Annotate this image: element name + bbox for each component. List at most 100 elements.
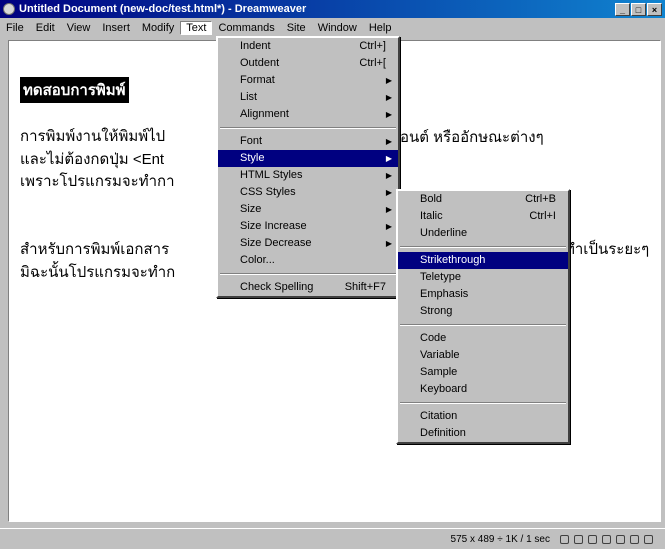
menu-item-label: Underline xyxy=(420,227,468,239)
text-menu-item-html-styles[interactable]: HTML Styles ▶ xyxy=(218,167,398,184)
window-title: Untitled Document (new-doc/test.html*) -… xyxy=(19,3,307,15)
library-icon[interactable] xyxy=(574,534,583,544)
document-line[interactable]: สำหรับการพิมพ์เอกสาร xyxy=(20,237,169,261)
document-line[interactable]: เพราะโปรแกรมจะทำกา xyxy=(20,169,175,193)
menu-item-label: Check Spelling xyxy=(240,281,314,293)
text-menu-item-color[interactable]: Color... xyxy=(218,252,398,269)
menu-view[interactable]: View xyxy=(61,22,97,34)
menu-item-label: Code xyxy=(420,332,447,344)
menu-item-label: Color... xyxy=(240,254,275,266)
submenu-arrow-icon: ▶ xyxy=(385,239,392,248)
menu-item-label: Italic xyxy=(420,210,443,222)
style-menu-item-emphasis[interactable]: Emphasis xyxy=(398,286,568,303)
menu-item-label: Strong xyxy=(420,305,453,317)
submenu-arrow-icon: ▶ xyxy=(385,93,392,102)
menu-separator xyxy=(400,246,566,248)
menu-item-label: Size xyxy=(240,203,262,215)
style-menu-item-bold[interactable]: Bold Ctrl+B xyxy=(398,191,568,208)
submenu-arrow-icon: ▶ xyxy=(385,110,392,119)
text-menu-item-style[interactable]: Style ▶ xyxy=(218,150,398,167)
style-menu-item-italic[interactable]: Italic Ctrl+I xyxy=(398,208,568,225)
menu-item-label: Size Increase xyxy=(240,220,307,232)
text-menu-item-check-spelling[interactable]: Check Spelling Shift+F7 xyxy=(218,279,398,296)
menu-item-shortcut: Ctrl+] xyxy=(359,40,386,52)
submenu-arrow-icon: ▶ xyxy=(385,154,392,163)
submenu-arrow-icon: ▶ xyxy=(385,171,392,180)
document-line[interactable]: การพิมพ์งานให้พิมพ์ไป xyxy=(20,124,165,148)
text-menu: Indent Ctrl+] Outdent Ctrl+[Format ▶ List ▶ Ali… xyxy=(216,36,400,298)
menu-item-label: Strikethrough xyxy=(420,254,486,266)
minimize-button[interactable]: _ xyxy=(615,2,630,16)
menu-edit[interactable]: Edit xyxy=(30,22,61,34)
menu-item-label: Size Decrease xyxy=(240,237,312,249)
style-menu-item-citation[interactable]: Citation xyxy=(398,408,568,425)
text-menu-item-list[interactable]: List ▶ xyxy=(218,89,398,106)
menu-site[interactable]: Site xyxy=(281,22,312,34)
menu-item-label: Style xyxy=(240,152,265,164)
menu-item-label: Definition xyxy=(420,427,466,439)
document-line-tail[interactable]: ทำเป็นระยะๆ xyxy=(565,237,649,261)
text-menu-item-format[interactable]: Format ▶ xyxy=(218,72,398,89)
menu-separator xyxy=(220,273,396,275)
submenu-arrow-icon: ▶ xyxy=(385,222,392,231)
menu-insert[interactable]: Insert xyxy=(96,22,136,34)
style-menu-item-strikethrough[interactable]: Strikethrough xyxy=(398,252,568,269)
text-menu-item-font[interactable]: Font ▶ xyxy=(218,133,398,150)
text-menu-item-size-decrease[interactable]: Size Decrease ▶ xyxy=(218,235,398,252)
style-menu-item-keyboard[interactable]: Keyboard xyxy=(398,381,568,398)
html-source-icon[interactable] xyxy=(644,534,653,544)
menu-item-label: Emphasis xyxy=(420,288,469,300)
text-menu-item-outdent[interactable]: Outdent Ctrl+[ xyxy=(218,55,398,72)
document-line[interactable]: มิฉะนั้นโปรแกรมจะทำก xyxy=(20,260,175,284)
menu-separator xyxy=(400,324,566,326)
menu-window[interactable]: Window xyxy=(312,22,363,34)
close-button[interactable]: × xyxy=(647,2,662,16)
style-menu-item-teletype[interactable]: Teletype xyxy=(398,269,568,286)
site-window-icon[interactable] xyxy=(560,534,569,544)
timeline-icon[interactable] xyxy=(630,534,639,544)
menu-separator xyxy=(400,402,566,404)
style-menu-item-code[interactable]: Code xyxy=(398,330,568,347)
style-menu-item-underline[interactable]: Underline xyxy=(398,225,568,242)
text-menu-item-alignment[interactable]: Alignment ▶ xyxy=(218,106,398,123)
menu-item-label: Keyboard xyxy=(420,383,468,395)
menu-item-label: HTML Styles xyxy=(240,169,303,181)
menu-item-shortcut: Ctrl+[ xyxy=(359,57,386,69)
menu-bar: File Edit View Insert Modify Text Comman… xyxy=(0,19,665,36)
text-menu-item-size-increase[interactable]: Size Increase ▶ xyxy=(218,218,398,235)
css-styles-icon[interactable] xyxy=(602,534,611,544)
menu-help[interactable]: Help xyxy=(363,22,398,34)
menu-text[interactable]: Text xyxy=(180,20,213,35)
maximize-button[interactable]: □ xyxy=(631,2,646,16)
menu-item-label: Sample xyxy=(420,366,458,378)
document-heading[interactable]: ทดสอบการพิมพ์ xyxy=(20,77,129,103)
style-menu-item-strong[interactable]: Strong xyxy=(398,303,568,320)
menu-item-label: Variable xyxy=(420,349,460,361)
menu-file[interactable]: File xyxy=(0,22,30,34)
menu-item-label: Teletype xyxy=(420,271,461,283)
menu-item-shortcut: Ctrl+B xyxy=(525,193,556,205)
style-submenu: Bold Ctrl+B Italic Ctrl+I Underline Strikethr… xyxy=(396,189,570,444)
html-styles-icon[interactable] xyxy=(588,534,597,544)
document-line[interactable]: และไม่ต้องกดปุ่ม <Ent xyxy=(20,147,164,171)
menu-commands[interactable]: Commands xyxy=(212,22,280,34)
menu-item-label: Alignment xyxy=(240,108,289,120)
app-icon xyxy=(3,3,15,15)
menu-item-label: CSS Styles xyxy=(240,186,296,198)
style-menu-item-variable[interactable]: Variable xyxy=(398,347,568,364)
text-menu-item-size[interactable]: Size ▶ xyxy=(218,201,398,218)
style-menu-item-definition[interactable]: Definition xyxy=(398,425,568,442)
menu-item-shortcut: Ctrl+I xyxy=(529,210,556,222)
document-line-tail[interactable]: อนต์ หรืออักษณะต่างๆ xyxy=(400,125,544,149)
menu-item-shortcut: Shift+F7 xyxy=(344,281,386,293)
menu-item-label: Font xyxy=(240,135,263,147)
submenu-arrow-icon: ▶ xyxy=(385,188,392,197)
title-bar[interactable]: Untitled Document (new-doc/test.html*) -… xyxy=(0,0,665,18)
submenu-arrow-icon: ▶ xyxy=(385,205,392,214)
text-menu-item-css-styles[interactable]: CSS Styles ▶ xyxy=(218,184,398,201)
behaviors-icon[interactable] xyxy=(616,534,625,544)
menu-modify[interactable]: Modify xyxy=(136,22,180,34)
style-menu-item-sample[interactable]: Sample xyxy=(398,364,568,381)
text-menu-item-indent[interactable]: Indent Ctrl+] xyxy=(218,38,398,55)
menu-item-label: Bold xyxy=(420,193,443,205)
